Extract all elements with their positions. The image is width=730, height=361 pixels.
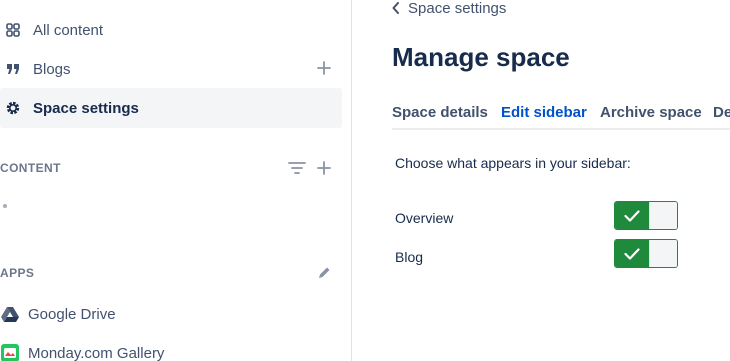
- plus-icon: [317, 61, 331, 75]
- checkmark-icon: [624, 247, 640, 260]
- toggle-on-segment: [615, 202, 649, 229]
- tab-edit-sidebar[interactable]: Edit sidebar: [501, 104, 587, 128]
- content-section-title: CONTENT: [0, 161, 61, 175]
- tab-archive-space[interactable]: Archive space: [600, 104, 702, 128]
- checkmark-icon: [624, 209, 640, 222]
- sidebar-item-space-settings[interactable]: Space settings: [0, 88, 342, 128]
- blog-option-label: Blog: [395, 249, 424, 265]
- sidebar-item-label: Space settings: [33, 99, 139, 117]
- app-item-google-drive[interactable]: Google Drive: [0, 299, 116, 329]
- apps-section-title: APPS: [0, 266, 35, 280]
- pencil-icon: [319, 267, 330, 278]
- add-blog-button[interactable]: [315, 59, 333, 77]
- toggle-off-segment: [649, 240, 677, 267]
- content-tree-bullet: [3, 204, 7, 208]
- page-title: Manage space: [392, 42, 570, 72]
- settings-tabs: Space details Edit sidebar Archive space…: [392, 100, 730, 130]
- app-item-label: Monday.com Gallery: [28, 344, 165, 361]
- plus-icon: [317, 161, 331, 175]
- sidebar-item-label: All content: [33, 21, 104, 39]
- gear-icon: [4, 99, 22, 117]
- add-content-button[interactable]: [315, 159, 333, 177]
- grid-icon: [4, 21, 22, 39]
- app-item-label: Google Drive: [28, 305, 116, 323]
- tab-space-details[interactable]: Space details: [392, 104, 488, 128]
- back-link-label: Space settings: [408, 0, 507, 17]
- app-root: All content Blogs Space settings CONTENT…: [0, 0, 730, 361]
- monday-gallery-icon: [0, 343, 20, 361]
- sidebar-item-all-content[interactable]: All content: [0, 10, 342, 50]
- quote-icon: [4, 60, 22, 78]
- back-to-space-settings-link[interactable]: Space settings: [392, 0, 507, 17]
- toggle-off-segment: [649, 202, 677, 229]
- edit-apps-button[interactable]: [315, 264, 333, 282]
- google-drive-icon: [0, 304, 20, 324]
- app-item-monday-gallery[interactable]: Monday.com Gallery: [0, 338, 164, 361]
- chevron-left-icon: [392, 2, 399, 14]
- overview-option-label: Overview: [395, 210, 454, 226]
- sidebar-options-intro: Choose what appears in your sidebar:: [395, 155, 631, 171]
- toggle-on-segment: [615, 240, 649, 267]
- filter-content-button[interactable]: [288, 159, 306, 177]
- blog-toggle[interactable]: [614, 239, 678, 268]
- tab-delete-space[interactable]: De: [713, 104, 730, 128]
- overview-toggle[interactable]: [614, 201, 678, 230]
- sidebar-item-blogs[interactable]: Blogs: [0, 49, 342, 89]
- sidebar-item-label: Blogs: [33, 60, 71, 78]
- sidebar: All content Blogs Space settings CONTENT…: [0, 0, 352, 361]
- filter-icon: [288, 162, 306, 174]
